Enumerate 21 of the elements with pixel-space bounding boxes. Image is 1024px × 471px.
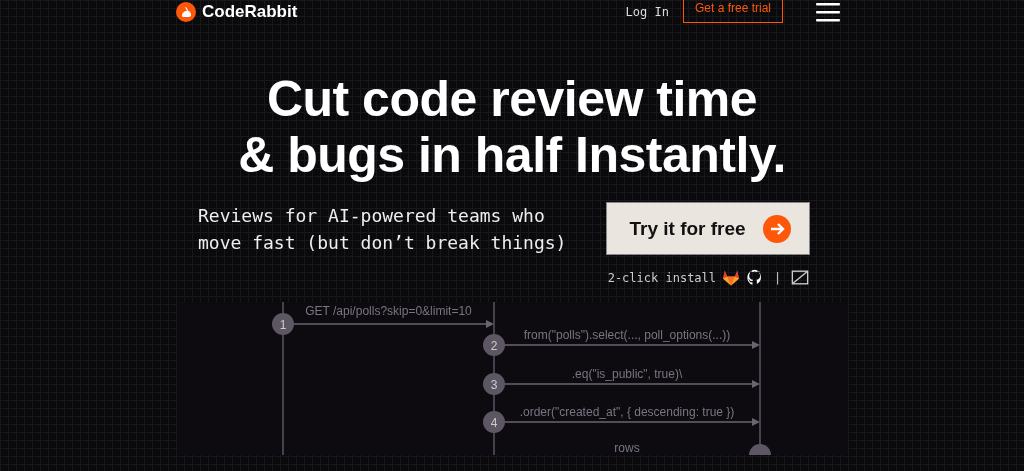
fox-icon[interactable] xyxy=(722,269,741,286)
free-trial-button[interactable]: Get a free trial xyxy=(682,0,783,23)
step-marker: 4 xyxy=(483,411,505,433)
menu-icon[interactable] xyxy=(816,1,840,22)
message-label: .eq("is_public", true)\ xyxy=(571,367,683,381)
try-free-button[interactable]: Try it for free xyxy=(606,202,811,255)
message-label: rows xyxy=(614,441,640,455)
logo-text[interactable]: CodeRabbit xyxy=(202,1,298,22)
message-label: GET /api/polls?skip=0&limit=10 xyxy=(305,304,472,318)
hero-heading: Cut code review time & bugs in half Instantly. xyxy=(237,71,787,183)
step-marker: 1 xyxy=(272,313,294,335)
separator: | xyxy=(774,270,782,285)
step-marker: 2 xyxy=(483,334,505,356)
message-label: .order("created_at", { descending: true }) xyxy=(519,405,735,419)
crossed-square-icon[interactable] xyxy=(791,269,810,286)
install-text: 2-click install xyxy=(607,270,717,285)
message-label: from("polls").select(..., poll_options(...)) xyxy=(523,328,731,342)
step-marker: 3 xyxy=(483,373,505,395)
step-marker xyxy=(749,444,771,455)
login-link[interactable]: Log In xyxy=(625,4,669,19)
hero-subtitle: Reviews for AI-powered teams who move fast (but don’t break things) xyxy=(198,204,567,255)
